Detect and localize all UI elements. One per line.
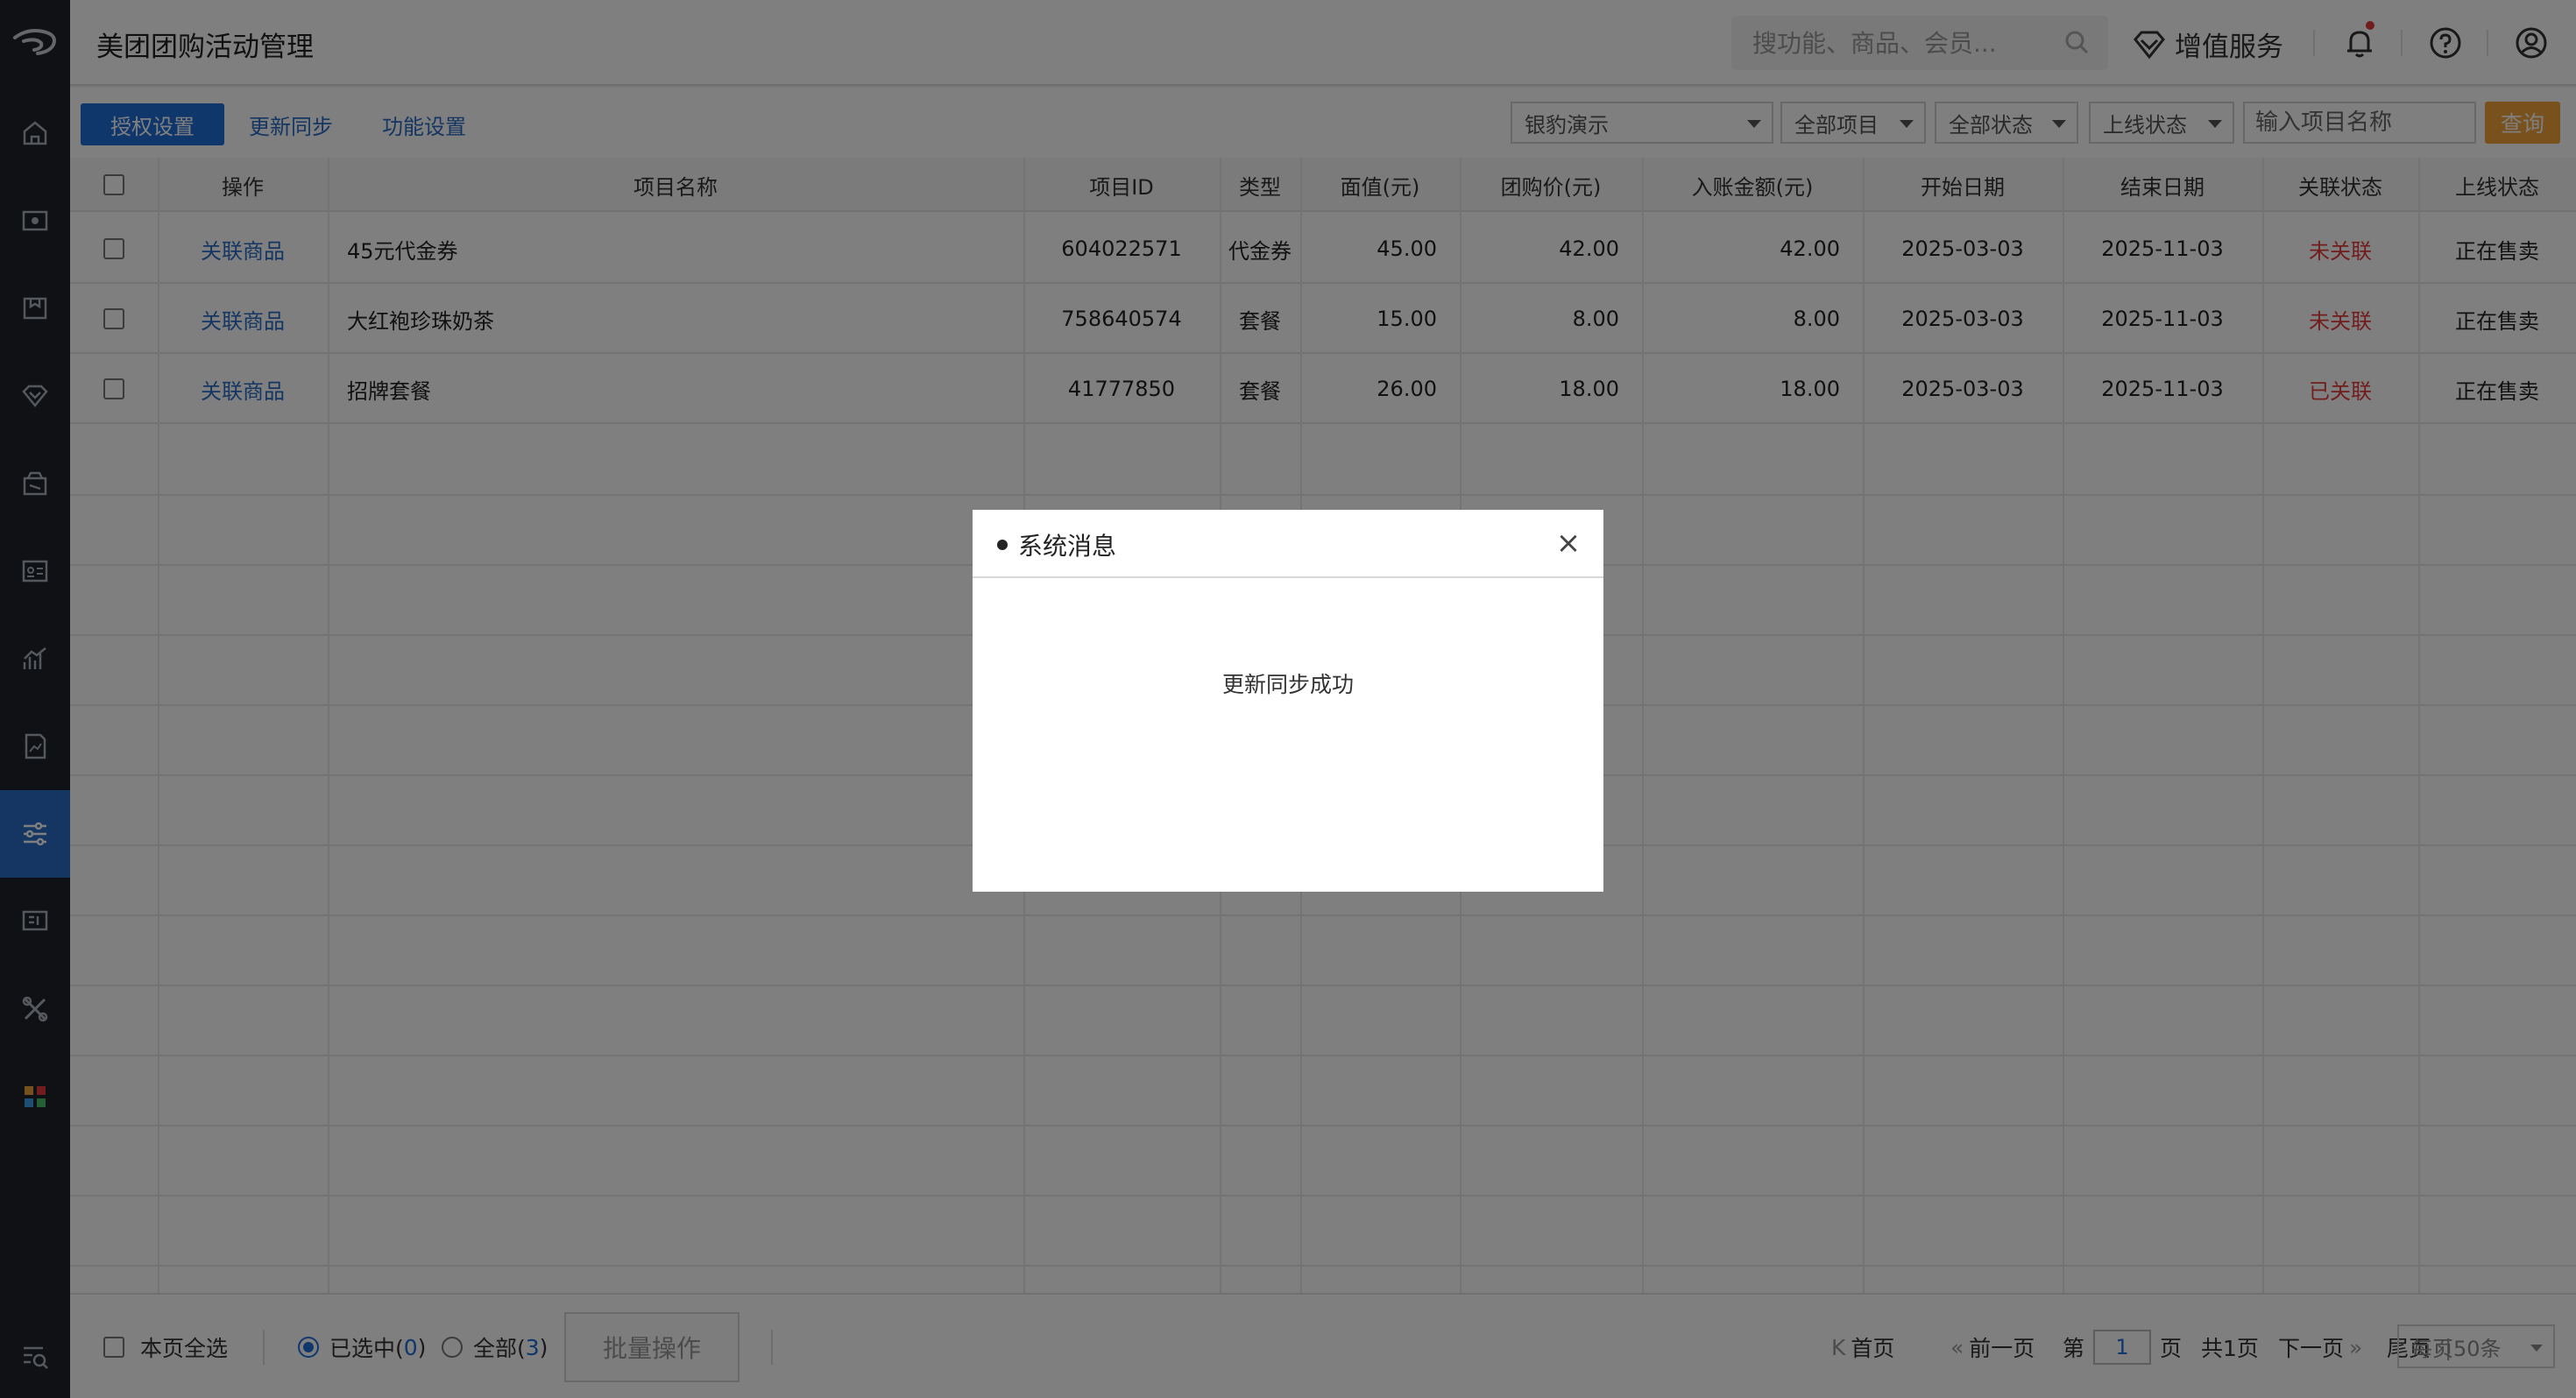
dialog-title-text: 系统消息 — [1018, 532, 1117, 561]
dialog-title: 系统消息 — [997, 527, 1116, 562]
close-icon[interactable]: × — [1551, 526, 1586, 561]
dialog-header: 系统消息 × — [973, 510, 1603, 578]
dialog-message: 更新同步成功 — [1221, 672, 1354, 697]
system-message-dialog: 系统消息 × 更新同步成功 — [973, 510, 1603, 892]
bullet-icon — [997, 540, 1008, 550]
